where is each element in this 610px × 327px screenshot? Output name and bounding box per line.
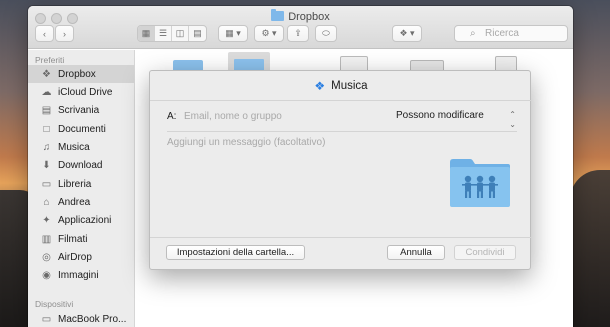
favorites-header: Preferiti [35,55,65,65]
sidebar-item-scrivania[interactable]: ▤ Scrivania [28,101,134,119]
updown-chevron-icon: ⌃ ⌄ [509,110,516,129]
permission-select[interactable]: Possono modificare ⌃ ⌄ [396,110,516,130]
chevron-right-icon: › [63,28,66,39]
recipient-input[interactable] [184,108,374,125]
message-textarea[interactable] [167,137,447,177]
coverflow-view-button[interactable]: ▤ [189,26,206,41]
gear-icon: ⚙ ▾ [261,28,277,38]
forward-button[interactable]: › [55,25,74,42]
share-icon: ⇪ [294,28,302,38]
icon-view-button[interactable]: ▦ [138,26,155,41]
list-view-button[interactable]: ☰ [155,26,172,41]
sidebar-item-documenti[interactable]: □ Documenti [28,120,134,138]
sidebar-item-andrea[interactable]: ⌂ Andrea [28,193,134,211]
sidebar-item-icloud-drive[interactable]: ☁ iCloud Drive [28,83,134,101]
desktop-icon: ▤ [41,104,52,116]
share-button[interactable]: ⇪ [287,25,309,42]
home-icon: ⌂ [43,196,50,208]
chevron-left-icon: ‹ [43,28,46,39]
download-icon: ⬇ [42,159,51,171]
airdrop-icon: ◎ [42,251,51,263]
sidebar-item-libreria[interactable]: ▭ Libreria [28,175,134,193]
tags-button[interactable]: ⬭ [315,25,337,42]
titlebar: Dropbox ‹ › ▦ ☰ ◫ ▤ ▦ ▾ ⚙ ▾ ⇪ ⬭ ❖ ▾ ⌕ Ri… [28,6,573,49]
sidebar-item-airdrop[interactable]: ◎ AirDrop [28,248,134,266]
divider [150,100,532,101]
desktop-background-right [570,170,610,327]
folder-icon: ▭ [41,178,52,190]
sidebar: Preferiti ❖ Dropbox ☁ iCloud Drive ▤ Scriva… [28,50,135,327]
cloud-icon: ☁ [41,86,52,98]
search-icon: ⌕ [470,28,476,39]
folder-settings-button[interactable]: Impostazioni della cartella... [166,245,305,260]
film-icon: ▥ [41,233,52,245]
search-field[interactable]: ⌕ Ricerca [454,25,568,42]
divider [150,237,532,238]
sidebar-item-dropbox[interactable]: ❖ Dropbox [28,65,134,83]
back-button[interactable]: ‹ [35,25,54,42]
sidebar-item-filmati[interactable]: ▥ Filmati [28,230,134,248]
sidebar-item-macbook[interactable]: ▭ MacBook Pro... [28,310,134,327]
folder-icon [271,9,285,21]
applications-icon: ✦ [42,214,51,226]
dropbox-icon: ❖ ▾ [399,28,415,38]
sidebar-item-musica[interactable]: ♫ Musica [28,138,134,156]
sidebar-item-immagini[interactable]: ◉ Immagini [28,266,134,284]
dropbox-icon: ❖ [42,68,51,80]
document-icon: □ [43,123,50,135]
to-label: A: [167,111,177,122]
laptop-icon: ▭ [41,313,52,325]
arrange-grid-icon: ▦ ▾ [225,28,241,38]
tag-icon: ⬭ [322,28,330,38]
dropbox-menu-button[interactable]: ❖ ▾ [392,25,422,42]
dropbox-icon: ❖ [314,79,326,93]
action-button[interactable]: ⚙ ▾ [254,25,284,42]
share-folder-dialog: ❖Musica A: Possono modificare ⌃⌄ Imposta… [149,70,532,270]
window-title: Dropbox [28,9,573,23]
column-view-button[interactable]: ◫ [172,26,189,41]
sidebar-item-applicazioni[interactable]: ✦ Applicazioni [28,211,134,229]
dialog-title: ❖ Musica [314,79,368,93]
music-note-icon: ♫ [42,141,51,153]
sidebar-item-download[interactable]: ⬇ Download [28,156,134,174]
camera-icon: ◉ [42,269,51,281]
view-mode-control: ▦ ☰ ◫ ▤ [137,25,207,42]
cancel-button[interactable]: Annulla [387,245,445,260]
divider [167,131,517,132]
arrange-button[interactable]: ▦ ▾ [218,25,248,42]
shared-folder-icon [450,159,510,207]
devices-header: Dispositivi [35,299,74,309]
share-submit-button[interactable]: Condividi [454,245,516,260]
